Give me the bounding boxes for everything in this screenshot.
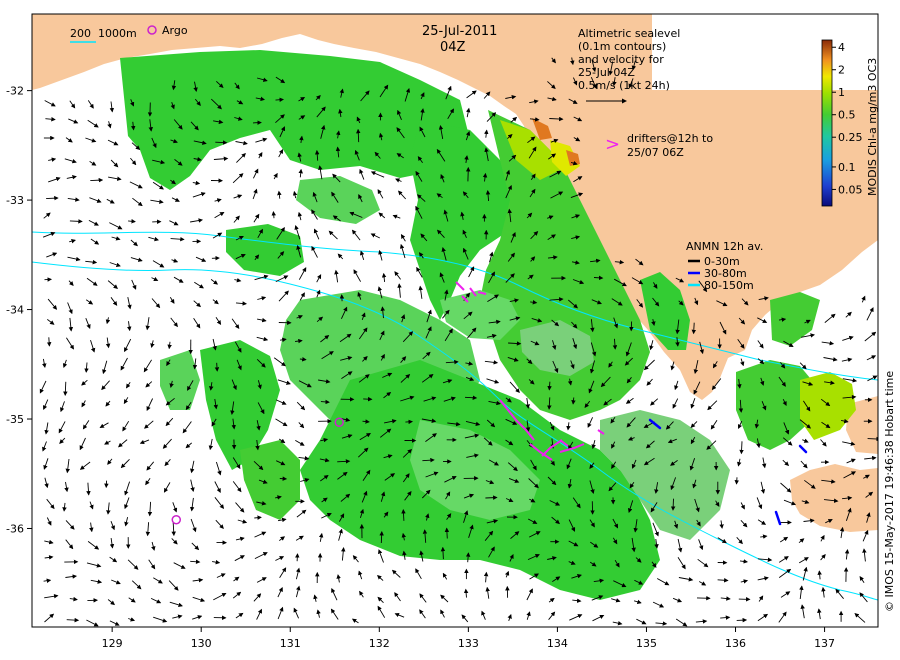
map-time: 04Z bbox=[440, 40, 466, 55]
velocity-arrow bbox=[739, 441, 744, 455]
anmn-title: ANMN 12h av. bbox=[686, 240, 763, 253]
x-tick-label: 135 bbox=[636, 637, 657, 650]
x-tick-label: 130 bbox=[191, 637, 212, 650]
velocity-arrow bbox=[401, 509, 406, 521]
velocity-arrow bbox=[405, 419, 413, 425]
credit-text: © IMOS 15-May-2017 19:46:38 Hobart time bbox=[883, 371, 896, 612]
y-tick-label: -34 bbox=[6, 304, 24, 317]
sealevel-note-line-5: 0.5m/s (1kt 24h) bbox=[578, 79, 670, 92]
bathy-legend: 200 1000m bbox=[70, 27, 137, 43]
x-tick-label: 137 bbox=[814, 637, 835, 650]
anmn-item-2: 80-150m bbox=[704, 279, 754, 292]
drifter-symbol: > bbox=[605, 134, 620, 155]
velocity-arrow bbox=[271, 211, 276, 219]
y-tick-label: -32 bbox=[6, 85, 24, 98]
colorbar-tick-label: 0.05 bbox=[838, 183, 863, 196]
x-tick-label: 129 bbox=[102, 637, 123, 650]
velocity-arrow bbox=[66, 617, 80, 623]
colorbar-tick-label: 0.5 bbox=[838, 109, 856, 122]
velocity-arrow bbox=[320, 399, 330, 405]
colorbar-title: MODIS Chl-a mg/m3 OC3 bbox=[866, 58, 879, 196]
bathy-label-200: 200 bbox=[70, 27, 91, 40]
drifters-note-line-2: 25/07 06Z bbox=[627, 146, 684, 159]
velocity-arrow bbox=[734, 477, 740, 485]
velocity-arrow bbox=[440, 546, 446, 560]
colorbar-tick-label: 0.25 bbox=[838, 131, 863, 144]
bathy-label-1000: 1000m bbox=[98, 27, 137, 40]
velocity-arrow bbox=[464, 395, 478, 400]
map-date: 25-Jul-2011 bbox=[422, 24, 497, 39]
velocity-arrow bbox=[337, 459, 351, 464]
velocity-arrow bbox=[90, 177, 104, 183]
velocity-arrow bbox=[670, 498, 676, 511]
velocity-arrow bbox=[691, 322, 697, 335]
colorbar-tick-label: 0.1 bbox=[838, 161, 856, 174]
drifters-note-line-1: drifters@12h to bbox=[627, 132, 713, 145]
velocity-arrow bbox=[485, 495, 498, 500]
sealevel-note-line-1: Altimetric sealevel bbox=[578, 27, 680, 40]
colorbar-swatch bbox=[821, 39, 833, 207]
ocean-map: 129 130 131 132 133 134 135 136 137 -32 -33 -34 -35… bbox=[0, 0, 900, 660]
velocity-arrow bbox=[63, 381, 68, 396]
velocity-arrow bbox=[46, 337, 52, 347]
x-tick-label: 131 bbox=[280, 637, 301, 650]
velocity-arrow bbox=[547, 381, 552, 391]
sealevel-note-line-3: and velocity for bbox=[578, 53, 664, 66]
velocity-arrow bbox=[214, 362, 220, 372]
colorbar-tick-label: 2 bbox=[838, 64, 845, 77]
velocity-arrow bbox=[356, 128, 361, 143]
velocity-arrow bbox=[69, 219, 83, 224]
x-tick-label: 134 bbox=[547, 637, 568, 650]
velocity-arrow bbox=[444, 527, 450, 539]
velocity-arrow bbox=[379, 531, 384, 544]
x-tick-label: 132 bbox=[369, 637, 390, 650]
sealevel-note-line-4: 25-Jul 04Z bbox=[578, 66, 635, 79]
x-tick-label: 133 bbox=[458, 637, 479, 650]
colorbar-tick-label: 1 bbox=[838, 86, 845, 99]
velocity-arrow bbox=[46, 195, 59, 201]
y-tick-label: -33 bbox=[6, 194, 24, 207]
sealevel-note-line-2: (0.1m contours) bbox=[578, 40, 666, 53]
x-tick-label: 136 bbox=[725, 637, 746, 650]
y-tick-label: -35 bbox=[6, 413, 24, 426]
argo-legend-label: Argo bbox=[162, 24, 188, 37]
y-tick-label: -36 bbox=[6, 522, 24, 535]
velocity-arrow bbox=[593, 275, 604, 281]
velocity-arrow bbox=[215, 140, 228, 145]
colorbar-tick-label: 4 bbox=[838, 41, 845, 54]
